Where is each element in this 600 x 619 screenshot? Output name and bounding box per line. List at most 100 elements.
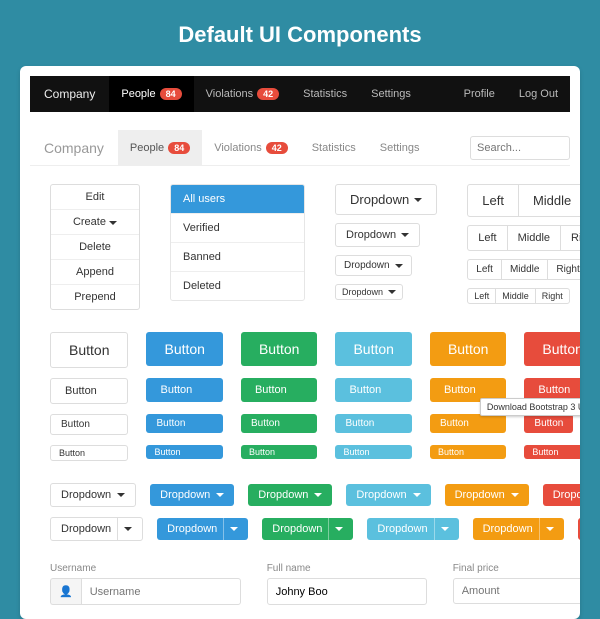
- nav-item-logout[interactable]: Log Out: [507, 76, 570, 112]
- nav-item-settings[interactable]: Settings: [359, 76, 423, 112]
- seg-left[interactable]: Left: [468, 289, 496, 303]
- btn-primary-xs[interactable]: Button: [146, 445, 222, 459]
- ddc-primary[interactable]: Dropdown: [150, 484, 234, 506]
- ddc-split-warning[interactable]: Dropdown: [473, 518, 564, 540]
- btn-default-md[interactable]: Button: [50, 378, 128, 404]
- form-price: Final price UAH: [453, 563, 580, 605]
- search-input[interactable]: [470, 136, 570, 160]
- pill-deleted[interactable]: Deleted: [171, 272, 304, 300]
- form-fullname: Full name: [267, 563, 427, 605]
- nav-label: Statistics: [303, 88, 347, 100]
- stack-item-create[interactable]: Create: [51, 210, 139, 235]
- ddc-info[interactable]: Dropdown: [346, 484, 430, 506]
- chevron-down-icon: [395, 264, 403, 268]
- dropdown-sm[interactable]: Dropdown: [335, 255, 412, 276]
- seg-right[interactable]: Right: [536, 289, 569, 303]
- nav-label: People: [130, 142, 164, 154]
- stack-item-append[interactable]: Append: [51, 260, 139, 285]
- seg-middle[interactable]: Middle: [496, 289, 536, 303]
- stack-item-edit[interactable]: Edit: [51, 185, 139, 210]
- dropdown-sizes: Dropdown Dropdown Dropdown Dropdown: [335, 184, 437, 300]
- btn-warning-xs[interactable]: Button: [430, 445, 506, 459]
- btn-success-sm[interactable]: Button: [241, 414, 317, 433]
- nav-label: Settings: [380, 142, 420, 154]
- chevron-down-icon: [413, 493, 421, 497]
- btn-group-lg: Left Middle Right: [467, 184, 580, 217]
- user-icon: [50, 578, 81, 605]
- username-input[interactable]: [81, 578, 241, 605]
- fullname-input[interactable]: [267, 578, 427, 605]
- pill-all-users[interactable]: All users: [171, 185, 304, 214]
- ddc-danger[interactable]: Dropdown: [543, 484, 580, 506]
- nav-item-violations[interactable]: Violations 42: [202, 130, 300, 165]
- chevron-down-icon: [414, 198, 422, 202]
- btn-danger-lg[interactable]: Button: [524, 332, 580, 366]
- seg-middle[interactable]: Middle: [508, 226, 561, 250]
- stack-item-prepend[interactable]: Prepend: [51, 285, 139, 309]
- nav-item-violations[interactable]: Violations 42: [194, 76, 292, 112]
- dropdown-lg[interactable]: Dropdown: [335, 184, 437, 215]
- dropdown-xs[interactable]: Dropdown: [335, 284, 403, 300]
- dropdown-colored-rows: Dropdown Dropdown Dropdown Dropdown Drop…: [50, 483, 550, 541]
- nav-label: People: [121, 88, 155, 100]
- seg-middle[interactable]: Middle: [502, 260, 548, 279]
- ddc-split-success[interactable]: Dropdown: [262, 518, 353, 540]
- component-card: Company People 84 Violations 42 Statisti…: [20, 66, 580, 619]
- btn-warning-lg[interactable]: Button: [430, 332, 506, 366]
- btn-default-sm[interactable]: Button: [50, 414, 128, 435]
- nav-label: Violations: [214, 142, 262, 154]
- chevron-down-icon: [117, 493, 125, 497]
- pill-banned[interactable]: Banned: [171, 243, 304, 272]
- dropdown-md[interactable]: Dropdown: [335, 223, 420, 247]
- nav-brand[interactable]: Company: [30, 76, 109, 112]
- ddc-warning[interactable]: Dropdown: [445, 484, 529, 506]
- navbar-light: Company People 84 Violations 42 Statisti…: [30, 130, 570, 166]
- seg-right[interactable]: Right: [548, 260, 580, 279]
- amount-input[interactable]: [453, 578, 580, 604]
- stack-item-delete[interactable]: Delete: [51, 235, 139, 260]
- btn-default-xs[interactable]: Button: [50, 445, 128, 461]
- chevron-down-icon: [216, 493, 224, 497]
- nav-item-profile[interactable]: Profile: [452, 76, 507, 112]
- btn-warning-sm[interactable]: Button: [430, 414, 506, 433]
- seg-left[interactable]: Left: [468, 226, 507, 250]
- chevron-down-icon: [388, 290, 396, 294]
- nav-item-settings[interactable]: Settings: [368, 130, 432, 165]
- nav-badge: 42: [257, 88, 279, 100]
- btn-info-sm[interactable]: Button: [335, 414, 411, 433]
- nav-label: Profile: [464, 88, 495, 100]
- nav-brand[interactable]: Company: [30, 130, 118, 165]
- pill-verified[interactable]: Verified: [171, 214, 304, 243]
- nav-item-people[interactable]: People 84: [118, 130, 202, 165]
- btn-danger-xs[interactable]: Button: [524, 445, 580, 459]
- btn-info-xs[interactable]: Button: [335, 445, 411, 459]
- nav-item-statistics[interactable]: Statistics: [300, 130, 368, 165]
- ddc-split-info[interactable]: Dropdown: [367, 518, 458, 540]
- btn-primary-lg[interactable]: Button: [146, 332, 222, 366]
- nav-label: Statistics: [312, 142, 356, 154]
- btn-default-lg[interactable]: Button: [50, 332, 128, 368]
- nav-item-statistics[interactable]: Statistics: [291, 76, 359, 112]
- nav-badge: 84: [168, 142, 190, 154]
- nav-badge: 84: [160, 88, 182, 100]
- seg-middle[interactable]: Middle: [519, 185, 580, 216]
- btn-success-md[interactable]: Button: [241, 378, 317, 402]
- btn-primary-sm[interactable]: Button: [146, 414, 222, 433]
- nav-item-people[interactable]: People 84: [109, 76, 193, 112]
- navbar-dark: Company People 84 Violations 42 Statisti…: [30, 76, 570, 112]
- ddc-split-default[interactable]: Dropdown: [50, 517, 143, 541]
- btn-success-lg[interactable]: Button: [241, 332, 317, 366]
- ddc-split-primary[interactable]: Dropdown: [157, 518, 248, 540]
- seg-right[interactable]: Right: [561, 226, 580, 250]
- ddc-split-danger[interactable]: Dropdown: [578, 518, 580, 540]
- seg-left[interactable]: Left: [468, 260, 502, 279]
- seg-left[interactable]: Left: [468, 185, 519, 216]
- btn-info-md[interactable]: Button: [335, 378, 411, 402]
- btn-info-lg[interactable]: Button: [335, 332, 411, 366]
- btn-success-xs[interactable]: Button: [241, 445, 317, 459]
- ddc-default[interactable]: Dropdown: [50, 483, 136, 507]
- tooltip: Download Bootstrap 3 UI Kit: [480, 398, 580, 416]
- btn-danger-sm[interactable]: Button: [524, 414, 573, 433]
- btn-primary-md[interactable]: Button: [146, 378, 222, 402]
- ddc-success[interactable]: Dropdown: [248, 484, 332, 506]
